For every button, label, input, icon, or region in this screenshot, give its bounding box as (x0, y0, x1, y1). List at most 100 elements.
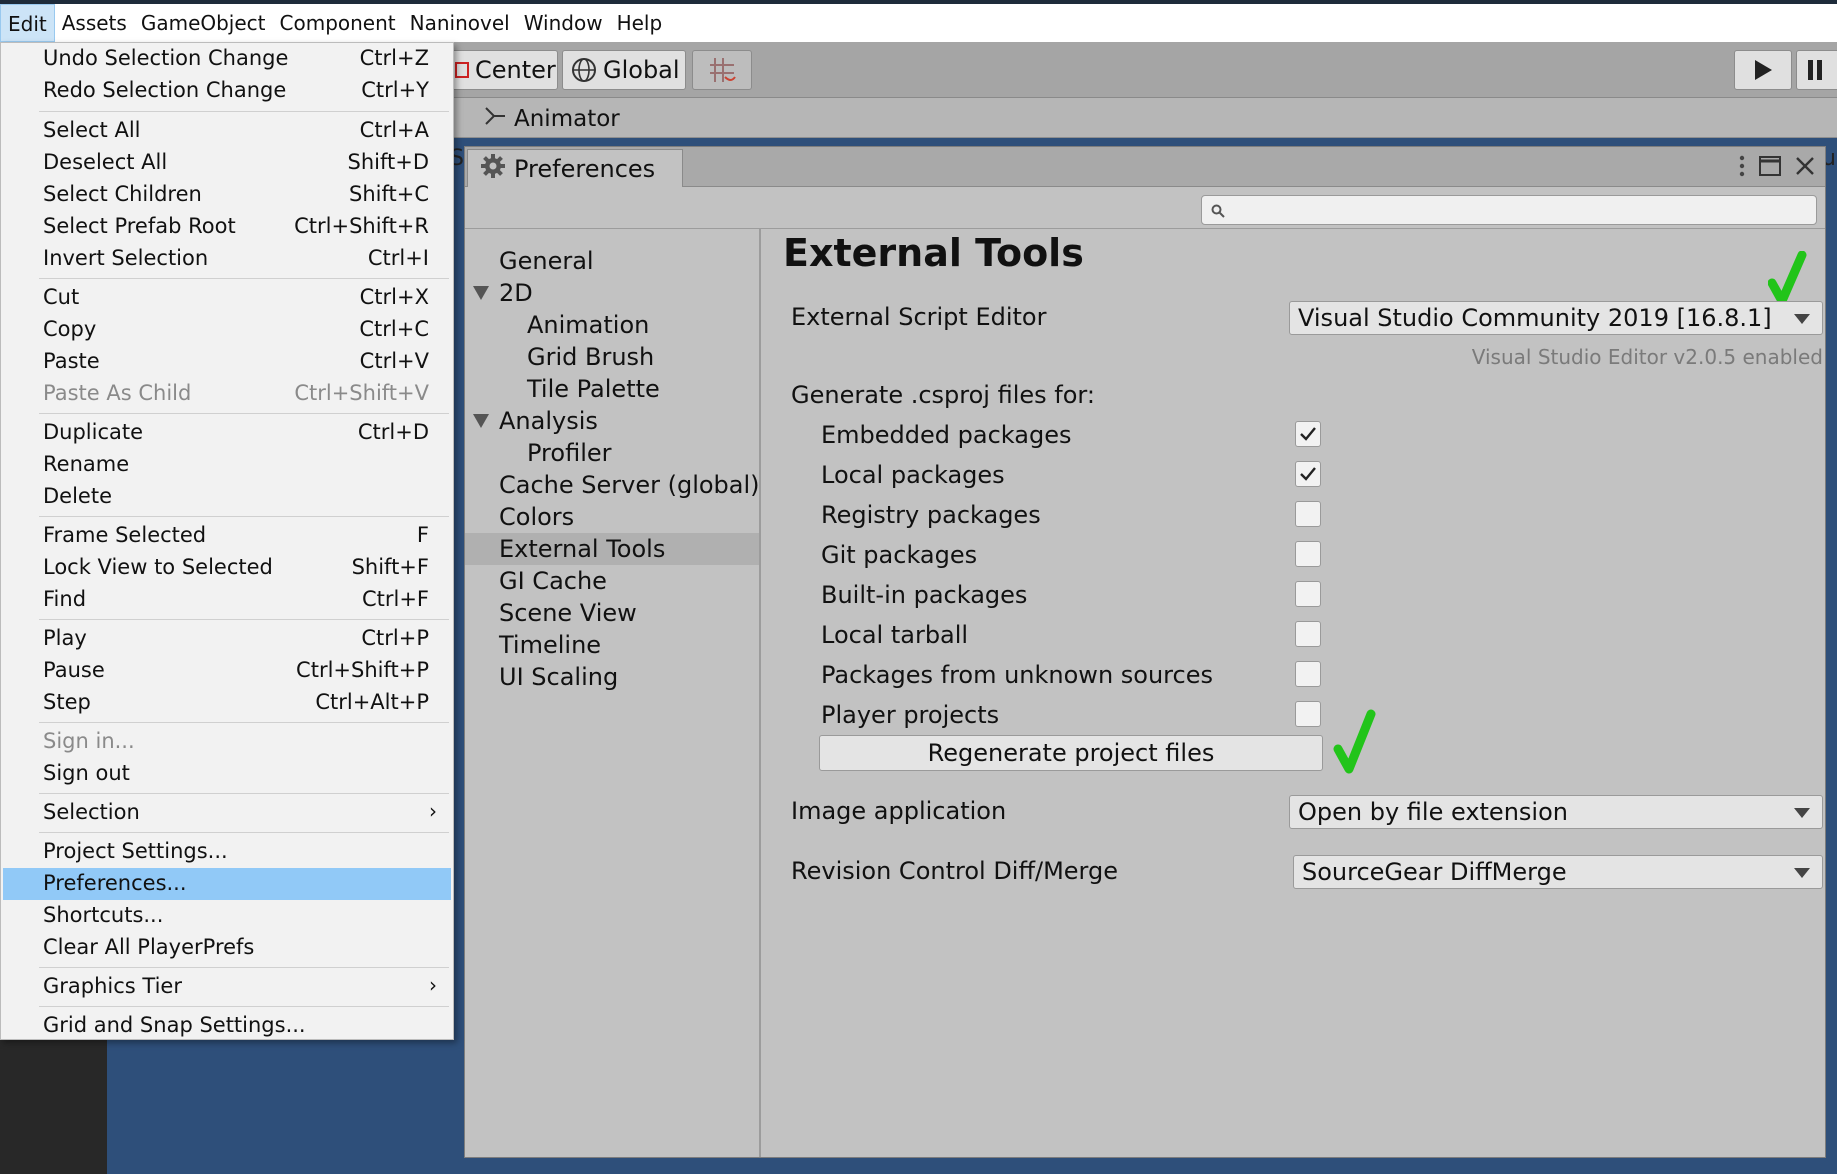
chevron-down-icon (1794, 808, 1810, 818)
menu-item-delete[interactable]: Delete (3, 481, 451, 513)
builtin-packages-checkbox[interactable] (1295, 581, 1321, 607)
package-label: Registry packages (821, 501, 1041, 529)
sidebar-item-profiler[interactable]: Profiler (465, 437, 759, 469)
play-button[interactable] (1734, 50, 1792, 90)
menu-item-find[interactable]: Find Ctrl+F (3, 584, 451, 616)
close-icon[interactable] (1795, 156, 1815, 180)
menu-item-select-prefab-root[interactable]: Select Prefab Root Ctrl+Shift+R (3, 211, 451, 243)
sidebar-item-colors[interactable]: Colors (465, 501, 759, 533)
sidebar-item-timeline[interactable]: Timeline (465, 629, 759, 661)
menu-separator (39, 793, 449, 794)
expand-arrow-icon[interactable] (473, 414, 489, 428)
menu-item-graphics-tier[interactable]: Graphics Tier › (3, 971, 451, 1003)
registry-packages-checkbox[interactable] (1295, 501, 1321, 527)
menu-item-shortcut: Ctrl+C (359, 317, 429, 341)
sidebar-item-label: UI Scaling (499, 663, 619, 691)
menu-item-rename[interactable]: Rename (3, 449, 451, 481)
menu-separator (39, 278, 449, 279)
package-label: Embedded packages (821, 421, 1072, 449)
animator-tab[interactable]: Animator (484, 104, 620, 134)
green-checkmark-annotation-icon (1333, 709, 1377, 779)
menu-item-play[interactable]: Play Ctrl+P (3, 623, 451, 655)
unknown-sources-checkbox[interactable] (1295, 661, 1321, 687)
menu-item-cut[interactable]: Cut Ctrl+X (3, 282, 451, 314)
menu-item-label: Undo Selection Change (43, 46, 289, 70)
menu-item-sign-in[interactable]: Sign in... (3, 726, 451, 758)
menu-item-step[interactable]: Step Ctrl+Alt+P (3, 687, 451, 719)
local-packages-checkbox[interactable] (1295, 461, 1321, 487)
sidebar-item-gi-cache[interactable]: GI Cache (465, 565, 759, 597)
menu-item-clear-playerprefs[interactable]: Clear All PlayerPrefs (3, 932, 451, 964)
menu-item-selection[interactable]: Selection › (3, 797, 451, 829)
pivot-center-button[interactable]: Center (446, 50, 558, 90)
menu-item-paste[interactable]: Paste Ctrl+V (3, 346, 451, 378)
menu-item-duplicate[interactable]: Duplicate Ctrl+D (3, 417, 451, 449)
menu-item-invert-selection[interactable]: Invert Selection Ctrl+I (3, 243, 451, 275)
menu-item-redo[interactable]: Redo Selection Change Ctrl+Y (3, 75, 451, 107)
package-label: Packages from unknown sources (821, 661, 1213, 689)
preferences-tab[interactable]: Preferences (467, 149, 683, 188)
local-tarball-checkbox[interactable] (1295, 621, 1321, 647)
menu-gameobject[interactable]: GameObject (134, 4, 273, 42)
external-script-editor-label: External Script Editor (791, 303, 1047, 331)
sidebar-item-animation[interactable]: Animation (465, 309, 759, 341)
sidebar-item-scene-view[interactable]: Scene View (465, 597, 759, 629)
menu-item-preferences[interactable]: Preferences... (3, 868, 451, 900)
menu-item-shortcut: Ctrl+Y (361, 78, 429, 102)
image-application-dropdown[interactable]: Open by file extension (1289, 795, 1823, 829)
pause-button[interactable] (1796, 50, 1837, 90)
revision-control-dropdown[interactable]: SourceGear DiffMerge (1293, 855, 1823, 889)
menu-item-pause[interactable]: Pause Ctrl+Shift+P (3, 655, 451, 687)
menu-item-grid-snap-settings[interactable]: Grid and Snap Settings... (3, 1010, 451, 1042)
menu-item-label: Grid and Snap Settings... (43, 1013, 306, 1037)
menu-item-sign-out[interactable]: Sign out (3, 758, 451, 790)
menu-item-shortcuts[interactable]: Shortcuts... (3, 900, 451, 932)
global-toggle-button[interactable]: Global (562, 50, 686, 90)
embedded-packages-checkbox[interactable] (1295, 421, 1321, 447)
sidebar-item-label: Cache Server (global) (499, 471, 760, 499)
more-options-icon[interactable] (1739, 155, 1745, 181)
menu-item-label: Project Settings... (43, 839, 228, 863)
git-packages-checkbox[interactable] (1295, 541, 1321, 567)
player-projects-checkbox[interactable] (1295, 701, 1321, 727)
grid-snap-button[interactable] (692, 50, 752, 90)
expand-arrow-icon[interactable] (473, 286, 489, 300)
menu-item-lock-view[interactable]: Lock View to Selected Shift+F (3, 552, 451, 584)
menu-separator (39, 413, 449, 414)
menu-item-deselect-all[interactable]: Deselect All Shift+D (3, 147, 451, 179)
maximize-icon[interactable] (1759, 156, 1781, 180)
menu-item-label: Find (43, 587, 87, 611)
package-label: Local packages (821, 461, 1005, 489)
sidebar-item-grid-brush[interactable]: Grid Brush (465, 341, 759, 373)
menu-item-select-all[interactable]: Select All Ctrl+A (3, 115, 451, 147)
menu-component[interactable]: Component (273, 4, 403, 42)
menu-item-undo[interactable]: Undo Selection Change Ctrl+Z (3, 43, 451, 75)
menu-item-shortcut: Ctrl+A (359, 118, 429, 142)
preferences-search-input[interactable] (1201, 195, 1817, 225)
sidebar-item-label: External Tools (499, 535, 666, 563)
menu-item-copy[interactable]: Copy Ctrl+C (3, 314, 451, 346)
regenerate-project-files-button[interactable]: Regenerate project files (819, 735, 1323, 771)
globe-icon (571, 57, 597, 83)
sidebar-item-cache-server[interactable]: Cache Server (global) (465, 469, 760, 501)
menu-item-project-settings[interactable]: Project Settings... (3, 836, 451, 868)
menu-help[interactable]: Help (610, 4, 670, 42)
sidebar-item-2d[interactable]: 2D (465, 277, 759, 309)
sidebar-item-label: Profiler (527, 439, 612, 467)
external-script-editor-dropdown[interactable]: Visual Studio Community 2019 [16.8.1] (1289, 301, 1823, 335)
sidebar-item-analysis[interactable]: Analysis (465, 405, 759, 437)
menu-item-select-children[interactable]: Select Children Shift+C (3, 179, 451, 211)
sidebar-item-ui-scaling[interactable]: UI Scaling (465, 661, 759, 693)
chevron-down-icon (1794, 314, 1810, 324)
menu-item-paste-as-child[interactable]: Paste As Child Ctrl+Shift+V (3, 378, 451, 410)
menu-item-frame-selected[interactable]: Frame Selected F (3, 520, 451, 552)
menu-separator (39, 832, 449, 833)
sidebar-item-external-tools[interactable]: External Tools (465, 533, 759, 565)
menu-edit[interactable]: Edit (0, 4, 55, 42)
menu-assets[interactable]: Assets (55, 4, 134, 42)
sidebar-item-tile-palette[interactable]: Tile Palette (465, 373, 759, 405)
menu-window[interactable]: Window (517, 4, 610, 42)
sidebar-item-general[interactable]: General (465, 245, 759, 277)
menu-item-shortcut: Ctrl+Alt+P (315, 690, 429, 714)
menu-naninovel[interactable]: Naninovel (403, 4, 517, 42)
